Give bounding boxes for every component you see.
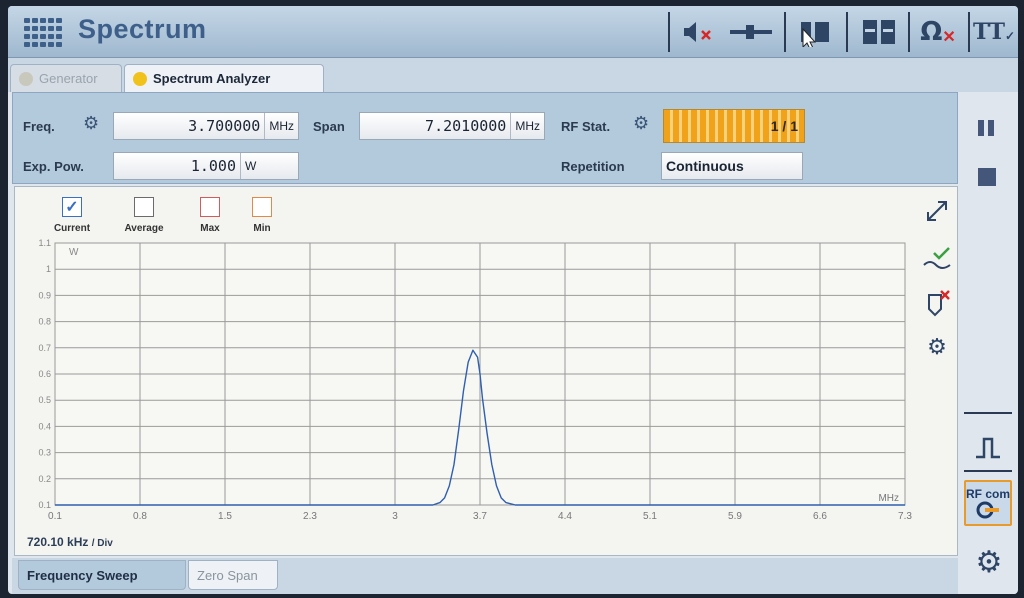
x-tick-label: 6.6 xyxy=(813,511,827,522)
stop-icon[interactable] xyxy=(972,164,1002,190)
y-tick-label: 0.6 xyxy=(38,369,51,379)
span-field[interactable]: 7.2010000 MHz xyxy=(359,112,545,140)
y-tick-label: 0.7 xyxy=(38,343,51,353)
app-menu-icon[interactable] xyxy=(24,18,64,48)
rf-stat-progress-text: 1 / 1 xyxy=(770,118,798,134)
trace-check-icon[interactable] xyxy=(921,243,953,275)
y-tick-label: 0.9 xyxy=(38,290,51,300)
tab-label: Zero Span xyxy=(197,567,258,583)
tab-spectrum-analyzer[interactable]: Spectrum Analyzer xyxy=(124,64,324,92)
tt-mode-icon[interactable]: TT ✓ xyxy=(973,14,1015,50)
y-axis-unit-label: W xyxy=(69,247,79,258)
x-axis-unit-label: MHz xyxy=(878,493,899,504)
x-tick-label: 5.1 xyxy=(643,511,657,522)
exp-pow-label: Exp. Pow. xyxy=(23,159,84,174)
pause-icon[interactable] xyxy=(972,116,1002,140)
scale-per-div: 720.10 kHz / Div xyxy=(27,535,113,549)
tab-generator[interactable]: Generator xyxy=(10,64,122,92)
settings-gears-icon[interactable]: ⚙ xyxy=(968,542,1010,582)
repetition-value: Continuous xyxy=(666,158,744,174)
freq-value: 3.700000 xyxy=(188,117,261,135)
toolbar-divider xyxy=(846,12,848,52)
freq-settings-gear-icon[interactable]: ⚙ xyxy=(83,113,99,134)
span-unit: MHz xyxy=(510,113,544,139)
expand-icon[interactable] xyxy=(921,195,953,227)
x-tick-label: 1.5 xyxy=(218,511,232,522)
toolbar-divider xyxy=(908,12,910,52)
x-tick-label: 2.3 xyxy=(303,511,317,522)
status-dot-icon xyxy=(19,71,33,86)
tab-zero-span[interactable]: Zero Span xyxy=(188,560,278,590)
rf-com-button[interactable]: RF com xyxy=(964,480,1012,526)
omega-icon[interactable]: Ω ✕ xyxy=(912,14,964,50)
exp-pow-value: 1.000 xyxy=(190,157,236,175)
screen: Spectrum Ω ✕ TT ✓ Generator Spectrum Ana… xyxy=(8,6,1018,594)
exp-pow-field[interactable]: 1.000 W xyxy=(113,152,299,180)
freq-unit: MHz xyxy=(264,113,298,139)
span-label: Span xyxy=(313,119,345,134)
tab-frequency-sweep[interactable]: Frequency Sweep xyxy=(18,560,186,590)
freq-field[interactable]: 3.700000 MHz xyxy=(113,112,299,140)
bottom-tab-strip: Frequency Sweep Zero Span xyxy=(12,558,958,594)
speaker-muted-icon[interactable] xyxy=(678,14,722,50)
rf-stat-gear-icon[interactable]: ⚙ xyxy=(633,113,649,134)
x-tick-label: 7.3 xyxy=(898,511,912,522)
x-tick-label: 4.4 xyxy=(558,511,572,522)
tab-strip: Generator Spectrum Analyzer xyxy=(8,58,1018,92)
split-view-icon[interactable] xyxy=(792,14,838,50)
sidebar-divider xyxy=(964,412,1012,414)
y-tick-label: 0.4 xyxy=(38,421,51,431)
y-tick-label: 0.3 xyxy=(38,448,51,458)
marker-delete-icon[interactable] xyxy=(921,287,953,319)
layout-columns-icon[interactable] xyxy=(854,14,904,50)
toolbar-divider xyxy=(784,12,786,52)
sidebar-divider xyxy=(964,470,1012,472)
status-dot-icon xyxy=(133,71,147,86)
x-tick-label: 3 xyxy=(392,511,398,522)
rf-connector-icon xyxy=(976,501,999,519)
freq-label: Freq. xyxy=(23,119,55,134)
spectrum-chart-panel: ✓ Current Average Max Min 0.1 0.8 1.5 2.3 3 3… xyxy=(14,186,958,556)
chart-settings-gear-icon[interactable]: ⚙ xyxy=(921,331,953,363)
parameter-panel: Freq. ⚙ 3.700000 MHz Exp. Pow. 1.000 W S… xyxy=(12,92,958,184)
rf-stat-label: RF Stat. xyxy=(561,119,611,134)
x-tick-label: 5.9 xyxy=(728,511,742,522)
trigger-icon[interactable] xyxy=(968,432,1008,464)
y-tick-label: 1 xyxy=(46,264,51,274)
span-value: 7.2010000 xyxy=(425,117,507,135)
y-tick-label: 0.2 xyxy=(38,474,51,484)
tab-label: Frequency Sweep xyxy=(27,567,138,583)
exp-pow-unit: W xyxy=(240,153,298,179)
x-tick-label: 3.7 xyxy=(473,511,487,522)
scale-suffix: / Div xyxy=(91,538,113,549)
toolbar-divider xyxy=(668,12,670,52)
repetition-label: Repetition xyxy=(561,159,625,174)
x-tick-label: 0.8 xyxy=(133,511,147,522)
y-tick-label: 0.8 xyxy=(38,317,51,327)
app-title: Spectrum xyxy=(78,14,207,44)
y-tick-label: 0.5 xyxy=(38,395,51,405)
right-sidebar: RF com ⚙ xyxy=(960,96,1016,594)
rf-com-label: RF com xyxy=(966,487,1011,501)
title-bar: Spectrum Ω ✕ TT ✓ xyxy=(8,6,1018,58)
y-tick-label: 1.1 xyxy=(38,238,51,248)
tab-label: Spectrum Analyzer xyxy=(153,71,271,86)
volume-slider-icon[interactable] xyxy=(726,14,776,50)
tab-label: Generator xyxy=(39,71,98,86)
y-tick-label: 0.1 xyxy=(38,500,51,510)
spectrum-plot[interactable]: 0.1 0.8 1.5 2.3 3 3.7 4.4 5.1 5.9 6.6 7.3 1.1 1 0.9 0.… xyxy=(15,187,915,527)
repetition-select[interactable]: Continuous xyxy=(661,152,803,180)
toolbar-divider xyxy=(968,12,970,52)
rf-stat-progress-bar: 1 / 1 xyxy=(663,109,805,143)
scale-value: 720.10 kHz xyxy=(27,535,89,549)
x-tick-label: 0.1 xyxy=(48,511,62,522)
